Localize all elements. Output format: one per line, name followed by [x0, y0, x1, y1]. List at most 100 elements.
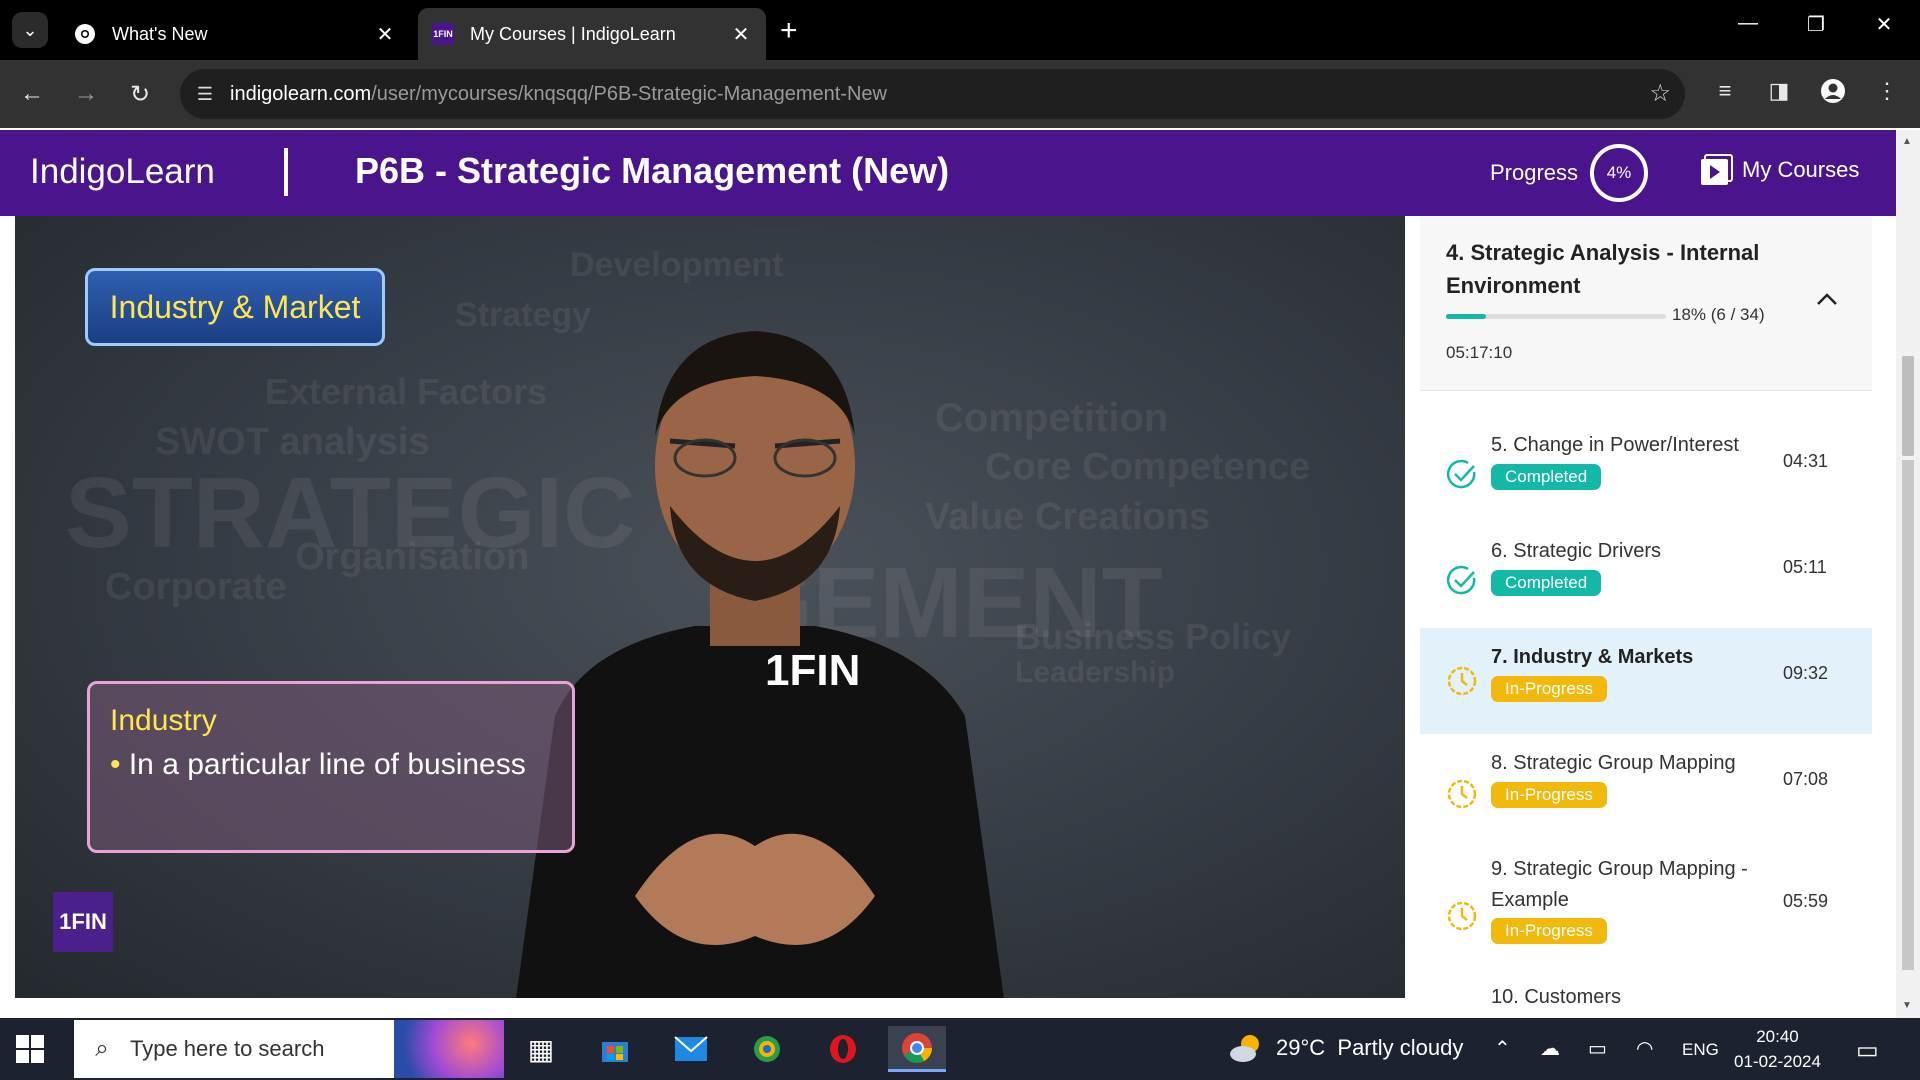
weather-widget[interactable]: 29°C Partly cloudy [1228, 1032, 1463, 1064]
url-text: indigolearn.com/user/mycourses/knqsqq/P6… [230, 83, 887, 106]
bg-decoration: Core Competence [985, 446, 1311, 488]
scroll-down-arrow-icon[interactable]: ▼ [1902, 1000, 1912, 1011]
lesson-duration: 07:08 [1783, 769, 1829, 789]
shirt-logo-text: 1FIN [765, 646, 861, 695]
scroll-up-arrow-icon[interactable]: ▲ [1902, 136, 1912, 147]
1fin-favicon-icon: 1FIN [432, 23, 454, 45]
lesson-item[interactable]: 10. Customers [1420, 982, 1872, 1018]
search-placeholder: Type here to search [130, 1036, 325, 1061]
lesson-duration: 04:31 [1783, 451, 1829, 471]
clock-date: 01-02-2024 [1734, 1052, 1821, 1071]
status-badge: In-Progress [1491, 782, 1607, 808]
tab-whats-new[interactable]: What's New ✕ [60, 8, 410, 60]
play-video-icon [1700, 154, 1734, 186]
video-player[interactable]: Development Strategy External Factors SW… [15, 216, 1405, 998]
scrollbar-track[interactable] [1902, 460, 1914, 970]
section-progress-text: 18% (6 / 34) [1672, 305, 1765, 324]
check-circle-icon [1446, 565, 1476, 595]
lesson-item[interactable]: 5. Change in Power/Interest Completed 04… [1420, 416, 1872, 522]
bg-decoration: Development [570, 246, 784, 284]
close-tab-icon[interactable]: ✕ [370, 22, 400, 47]
course-title: P6B - Strategic Management (New) [355, 150, 950, 191]
page-scrollbar[interactable]: ▲ ▼ [1896, 130, 1920, 1018]
close-tab-icon[interactable]: ✕ [726, 22, 756, 47]
onedrive-cloud-icon[interactable]: ☁ [1540, 1036, 1560, 1061]
browser-toolbar: ← → ↻ ☰ indigolearn.com/user/mycourses/k… [0, 60, 1920, 128]
wifi-icon[interactable]: ◠ [1636, 1036, 1653, 1061]
lesson-item-current[interactable]: 7. Industry & Markets In-Progress 09:32 [1420, 628, 1872, 734]
notification-icon[interactable]: ▭ [1856, 1036, 1879, 1065]
lesson-item[interactable]: 6. Strategic Drivers Completed 05:11 [1420, 522, 1872, 628]
section-header[interactable]: 4. Strategic Analysis - Internal Environ… [1420, 216, 1872, 391]
windows-taskbar: ⌕ Type here to search ▦ 29°C Partly clou… [0, 1018, 1920, 1080]
taskbar-search[interactable]: ⌕ Type here to search [74, 1020, 504, 1078]
bg-decoration: Corporate [105, 566, 287, 608]
address-bar[interactable]: ☰ indigolearn.com/user/mycourses/knqsqq/… [180, 69, 1685, 119]
lesson-duration: 09:32 [1783, 663, 1829, 683]
microsoft-store-icon[interactable] [586, 1026, 644, 1072]
chrome-taskbar-icon[interactable] [888, 1026, 946, 1072]
battery-icon[interactable]: ▭ [1588, 1036, 1607, 1061]
lesson-title: 5. Change in Power/Interest [1491, 434, 1739, 456]
my-courses-label: My Courses [1742, 157, 1860, 182]
restore-icon[interactable]: ❐ [1796, 12, 1836, 37]
progress-ring: 4% [1590, 144, 1648, 202]
clock-icon [1447, 666, 1477, 696]
windows-start-icon[interactable] [16, 1035, 44, 1063]
taskbar-clock[interactable]: 20:40 01-02-2024 [1734, 1024, 1821, 1074]
section-progress-bar [1446, 314, 1666, 319]
brand-logo[interactable]: IndigoLearn [30, 152, 215, 192]
language-indicator[interactable]: ENG [1682, 1040, 1719, 1060]
site-info-icon[interactable]: ☰ [180, 84, 230, 105]
scrollbar-thumb[interactable] [1902, 356, 1914, 456]
clock-time: 20:40 [1756, 1027, 1799, 1046]
lesson-item[interactable]: 9. Strategic Group Mapping - Example In-… [1420, 840, 1872, 976]
weather-desc: Partly cloudy [1337, 1035, 1464, 1060]
bookmark-star-icon[interactable]: ☆ [1649, 79, 1671, 108]
search-icon: ⌕ [95, 1035, 109, 1062]
opera-icon[interactable] [814, 1026, 872, 1072]
overlay-bullet: In a particular line of business [110, 748, 552, 782]
partly-cloudy-icon [1228, 1032, 1266, 1064]
side-panel-icon[interactable]: ◨ [1762, 78, 1796, 104]
bg-decoration: Leadership [1015, 656, 1176, 689]
tab-search-button[interactable]: ⌄ [12, 12, 48, 48]
weather-temp: 29°C [1276, 1035, 1326, 1060]
lesson-title: 10. Customers [1491, 986, 1622, 1008]
app-icon[interactable] [738, 1026, 796, 1072]
status-badge: In-Progress [1491, 918, 1607, 944]
chevron-up-icon[interactable] [1816, 286, 1838, 312]
mail-icon[interactable] [662, 1026, 720, 1072]
new-tab-plus-icon[interactable]: + [780, 14, 798, 48]
lesson-duration: 05:11 [1783, 557, 1827, 577]
back-arrow-icon[interactable]: ← [14, 76, 50, 112]
lesson-title: 7. Industry & Markets [1491, 646, 1694, 668]
browser-menu-icon[interactable]: ⋮ [1870, 78, 1904, 104]
tab-my-courses[interactable]: 1FIN My Courses | IndigoLearn ✕ [418, 8, 766, 60]
overlay-heading: Industry [110, 704, 217, 737]
tab-title: What's New [112, 23, 208, 44]
clock-icon [1447, 779, 1477, 809]
reload-icon[interactable]: ↻ [122, 76, 158, 112]
search-highlight-image [394, 1020, 504, 1078]
minimize-icon[interactable]: — [1728, 12, 1768, 35]
presenter-figure [516, 331, 1004, 998]
browser-tab-bar: ⌄ What's New ✕ 1FIN My Courses | IndigoL… [0, 0, 1920, 60]
forward-arrow-icon[interactable]: → [68, 76, 104, 112]
chrome-icon [74, 23, 96, 45]
progress-value: 4% [1606, 163, 1632, 182]
tab-title: My Courses | IndigoLearn [470, 23, 676, 44]
media-control-icon[interactable]: ≡ [1708, 78, 1742, 104]
chevron-up-tray-icon[interactable]: ⌃ [1494, 1036, 1511, 1061]
profile-avatar-icon[interactable] [1816, 78, 1850, 110]
lesson-item[interactable]: 8. Strategic Group Mapping In-Progress 0… [1420, 734, 1872, 840]
header-divider [284, 148, 288, 196]
section-progress-fill [1446, 314, 1486, 319]
overlay-title: Industry & Market [85, 268, 385, 346]
lesson-duration: 05:59 [1783, 891, 1829, 911]
status-badge: Completed [1491, 570, 1602, 596]
close-window-icon[interactable]: ✕ [1864, 12, 1904, 37]
progress-label: Progress [1490, 160, 1579, 185]
my-courses-link[interactable]: My Courses [1700, 154, 1859, 186]
task-view-icon[interactable]: ▦ [512, 1026, 570, 1072]
